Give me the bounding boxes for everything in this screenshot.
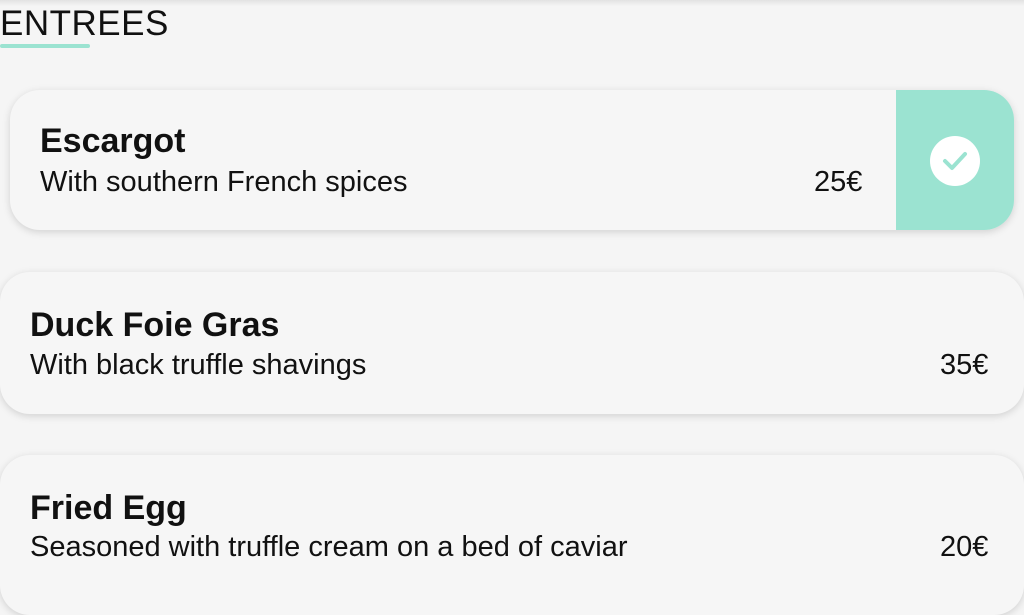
menu-item-price: 25€ <box>814 166 863 198</box>
menu-item-description: With black truffle shavings <box>30 349 367 381</box>
section-underline <box>0 44 90 48</box>
menu-item-name: Fried Egg <box>30 489 187 527</box>
menu-item-description: With southern French spices <box>40 166 408 198</box>
check-icon <box>930 136 980 186</box>
menu-item-name: Duck Foie Gras <box>30 306 280 344</box>
menu-item-card-escargot[interactable]: Escargot With southern French spices 25€ <box>10 90 1014 230</box>
menu-item-price: 20€ <box>940 531 989 563</box>
menu-item-card-duck-foie-gras[interactable]: Duck Foie Gras With black truffle shavin… <box>0 272 1024 414</box>
selected-indicator[interactable] <box>896 90 1014 230</box>
section-title: ENTREES <box>0 4 169 43</box>
menu-item-description: Seasoned with truffle cream on a bed of … <box>30 531 628 563</box>
menu-item-price: 35€ <box>940 349 989 381</box>
menu-item-card-fried-egg[interactable]: Fried Egg Seasoned with truffle cream on… <box>0 455 1024 615</box>
menu-item-name: Escargot <box>40 122 186 160</box>
